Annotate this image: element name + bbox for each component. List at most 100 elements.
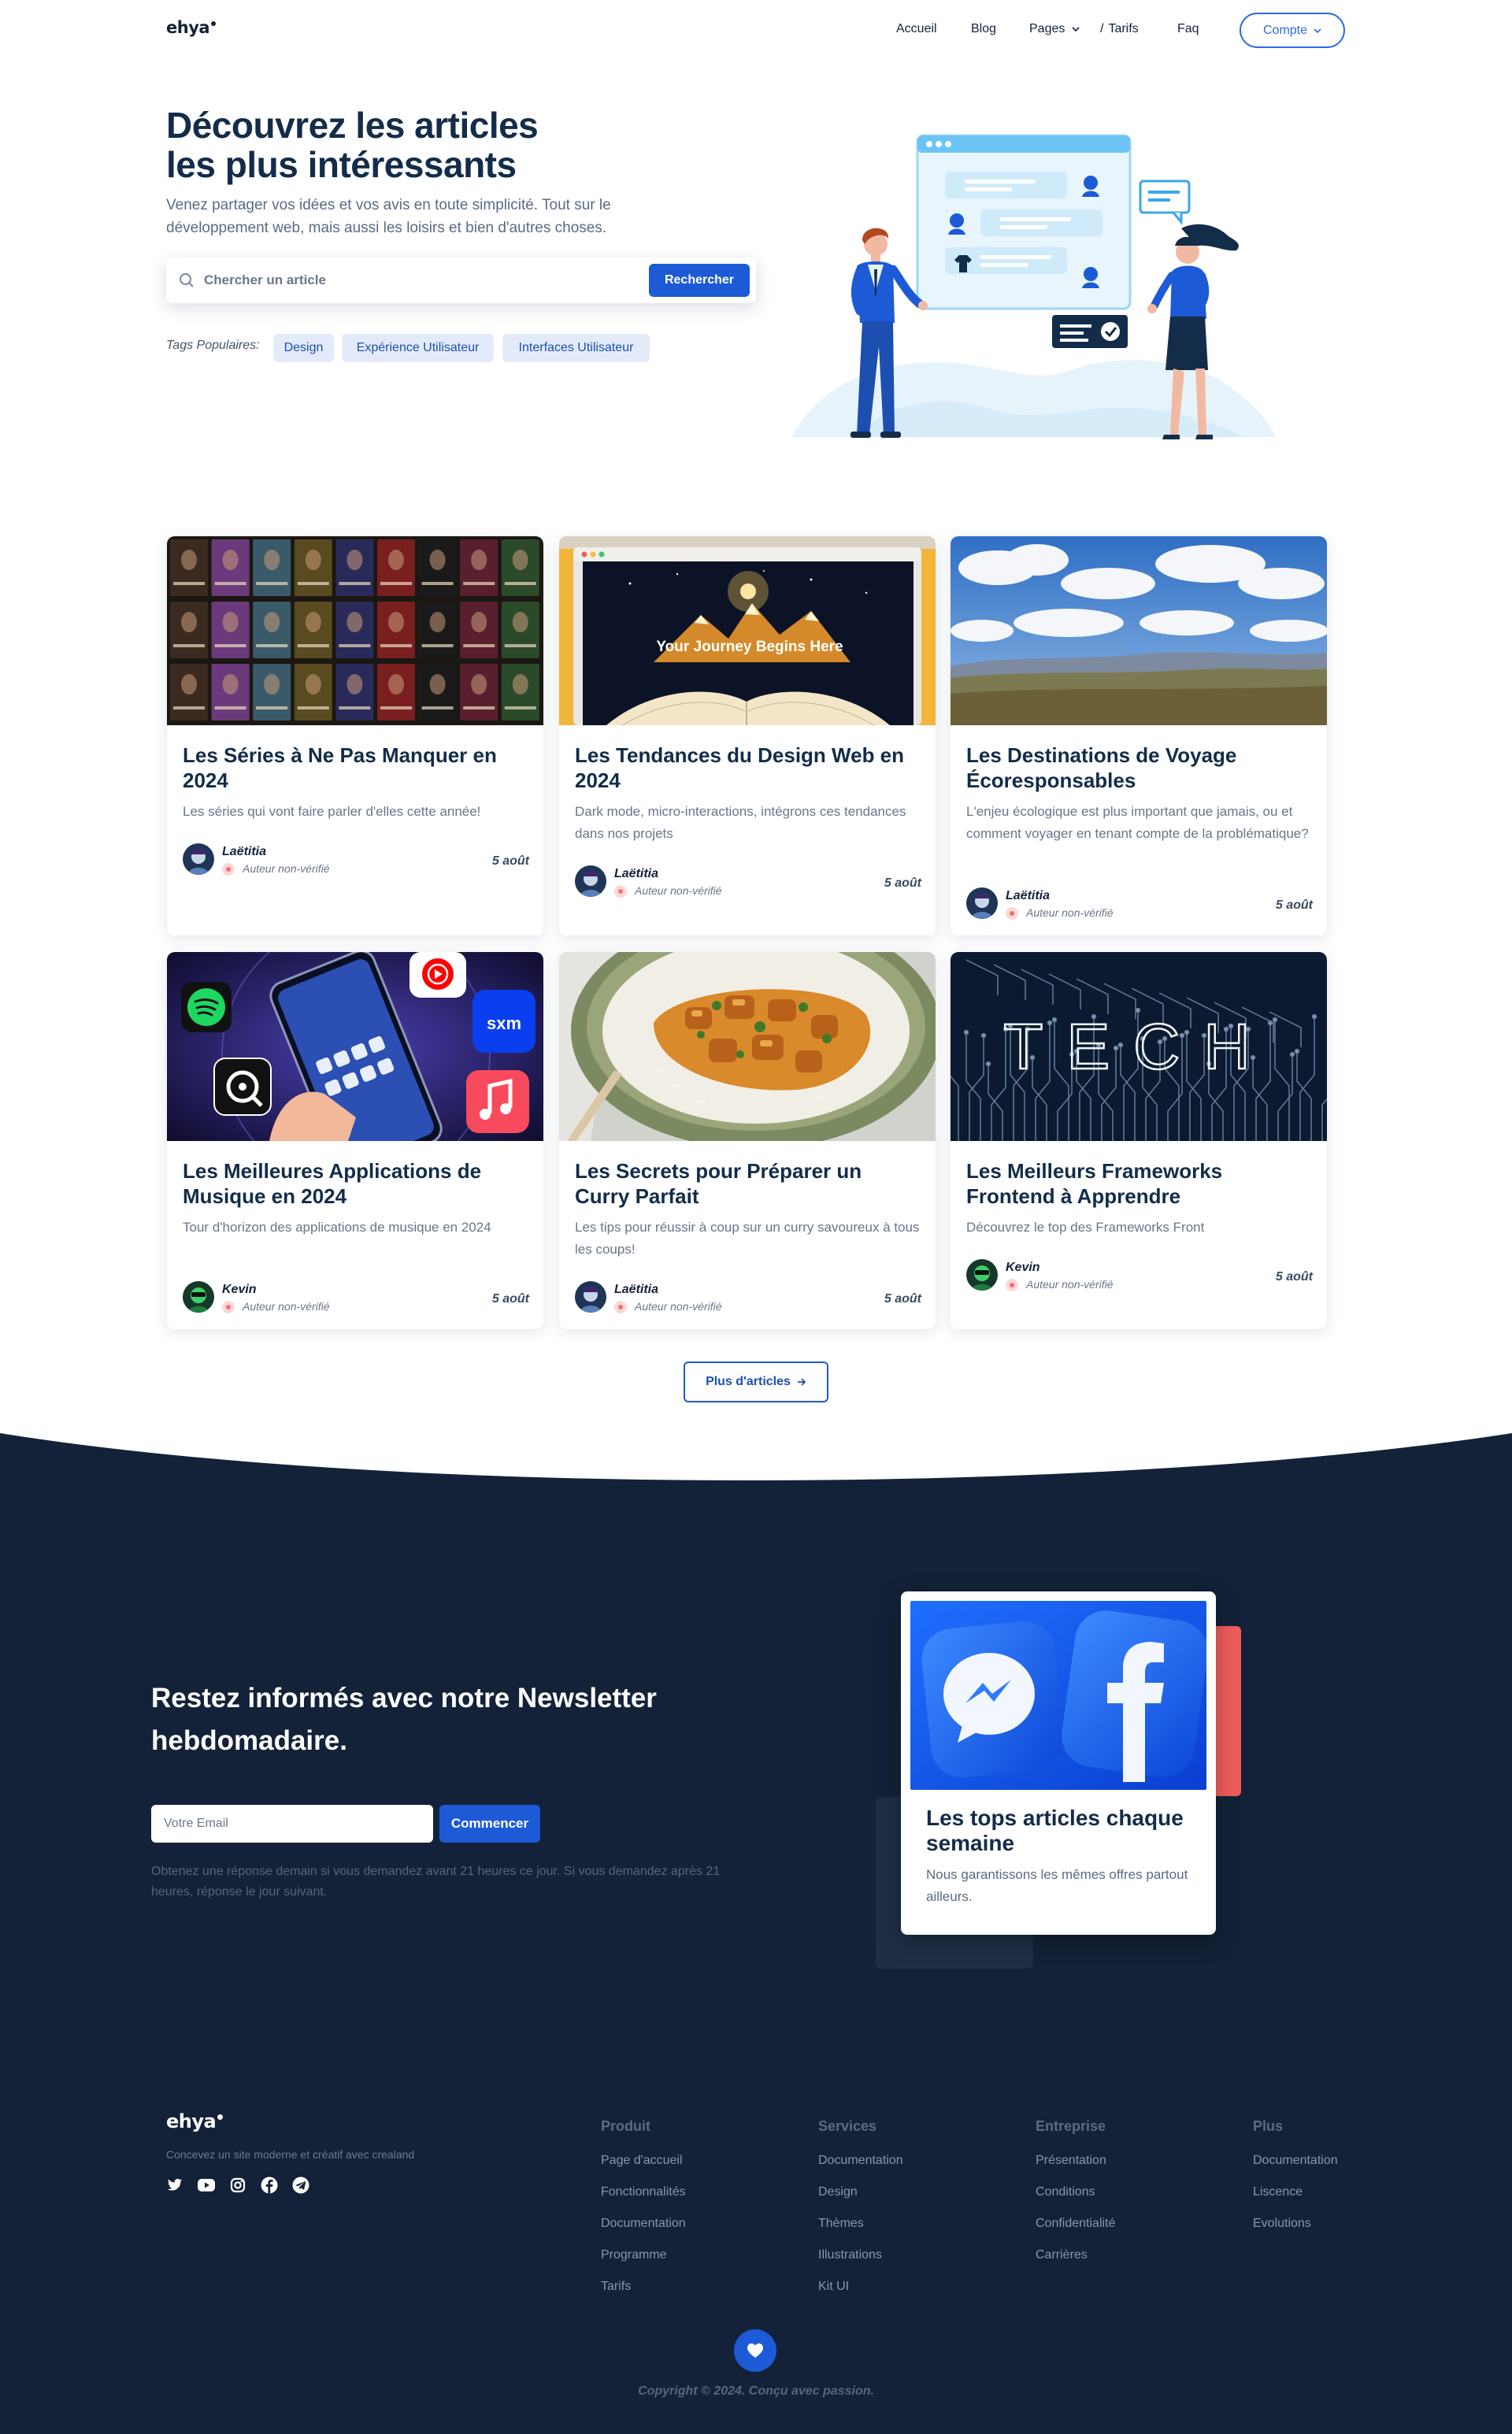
image-caption-journey: Your Journey Begins Here xyxy=(656,639,843,655)
youtube-icon[interactable] xyxy=(198,2177,215,2194)
hero-illustration xyxy=(791,134,1276,439)
footer-link[interactable]: Thèmes xyxy=(818,2217,864,2231)
nav-link-pages[interactable]: Pages xyxy=(1029,22,1080,36)
footer-link[interactable]: Design xyxy=(818,2185,858,2199)
author-name[interactable]: Laëtitia xyxy=(614,1283,658,1297)
nav-link-tarifs[interactable]: / Tarifs xyxy=(1100,22,1139,36)
author-name[interactable]: Laëtitia xyxy=(1006,889,1050,903)
footer-link[interactable]: Conditions xyxy=(1036,2185,1095,2199)
footer-link[interactable]: Présentation xyxy=(1036,2154,1106,2168)
footer-column-title-plus: Plus xyxy=(1253,2118,1284,2134)
tag-ui[interactable]: Interfaces Utilisateur xyxy=(502,334,650,362)
article-author: Laëtitia Auteur non-vérifié 5 août xyxy=(183,843,529,878)
author-avatar xyxy=(183,1281,214,1313)
article-description: Les tips pour réussir à coup sur un curr… xyxy=(575,1220,920,1257)
footer-link[interactable]: Page d'accueil xyxy=(601,2154,683,2168)
tag-design[interactable]: Design xyxy=(273,334,334,362)
footer-link[interactable]: Documentation xyxy=(818,2154,903,2168)
author-avatar xyxy=(966,1259,998,1291)
author-avatar xyxy=(183,843,214,875)
author-avatar xyxy=(575,865,606,897)
footer-link[interactable]: Kit UI xyxy=(818,2280,849,2294)
svg-text:sxm: sxm xyxy=(487,1013,521,1033)
search-button[interactable]: Rechercher xyxy=(649,264,750,297)
copyright-text: Copyright © 2024. Conçu avec passion. xyxy=(638,2384,874,2398)
article-card[interactable]: Your Journey Begins Here Les Tendances d… xyxy=(559,536,936,935)
facebook-icon[interactable] xyxy=(261,2177,278,2194)
article-date: 5 août xyxy=(491,854,529,868)
article-description: Dark mode, micro-interactions, intégrons… xyxy=(575,804,906,841)
author-status: Auteur non-vérifié xyxy=(243,862,330,875)
author-status: Auteur non-vérifié xyxy=(635,884,722,897)
instagram-icon[interactable] xyxy=(229,2177,246,2194)
footer-column-title-produit: Produit xyxy=(601,2118,650,2134)
article-author: Laëtitia Auteur non-vérifié 5 août xyxy=(966,887,1313,922)
footer-link[interactable]: Tarifs xyxy=(601,2280,631,2294)
article-image-travel[interactable] xyxy=(951,536,1327,725)
unverified-icon xyxy=(614,1301,627,1313)
article-image-tv-series[interactable] xyxy=(167,536,543,725)
brand-logo[interactable]: ehya xyxy=(166,18,217,37)
tv-series-posters-image xyxy=(167,536,543,725)
footer-link[interactable]: Liscence xyxy=(1253,2185,1303,2199)
footer-link[interactable]: Documentation xyxy=(1253,2154,1338,2168)
article-date: 5 août xyxy=(1275,1270,1313,1284)
article-card[interactable]: Les Destinations de Voyage Écoresponsabl… xyxy=(951,536,1327,935)
article-date: 5 août xyxy=(884,1292,921,1306)
heart-button[interactable] xyxy=(734,2329,776,2372)
top-articles-description: Nous garantissons les mêmes offres parto… xyxy=(926,1867,1188,1904)
footer-link[interactable]: Fonctionnalités xyxy=(601,2185,686,2199)
article-description: Tour d'horizon des applications de musiq… xyxy=(183,1220,491,1235)
telegram-icon[interactable] xyxy=(292,2177,309,2194)
footer-link[interactable]: Evolutions xyxy=(1253,2217,1311,2231)
twitter-icon[interactable] xyxy=(166,2177,183,2194)
image-caption-tech: TECH xyxy=(1003,1011,1273,1083)
article-image-web-design[interactable]: Your Journey Begins Here xyxy=(559,536,936,725)
author-status: Auteur non-vérifié xyxy=(635,1300,722,1313)
search-input[interactable] xyxy=(204,257,613,303)
article-title[interactable]: Les Secrets pour Préparer un Curry Parfa… xyxy=(575,1158,921,1209)
footer-logo[interactable]: ehya xyxy=(166,2110,224,2132)
footer-link[interactable]: Carrières xyxy=(1036,2248,1088,2262)
unverified-icon xyxy=(1006,907,1018,920)
footer-link[interactable]: Documentation xyxy=(601,2217,686,2231)
article-description: L'enjeu écologique est plus important qu… xyxy=(966,804,1309,841)
footer-link[interactable]: Illustrations xyxy=(818,2248,882,2262)
article-title[interactable]: Les Meilleures Applications de Musique e… xyxy=(183,1158,529,1209)
search-icon xyxy=(180,273,194,287)
article-title[interactable]: Les Destinations de Voyage Écoresponsabl… xyxy=(966,743,1313,793)
newsletter-email-input[interactable] xyxy=(151,1805,433,1843)
article-title[interactable]: Les Tendances du Design Web en 2024 xyxy=(575,743,921,793)
phone-music-apps-image: sxm xyxy=(167,952,543,1141)
nav-link-blog[interactable]: Blog xyxy=(971,22,996,36)
article-image-curry[interactable] xyxy=(559,952,936,1141)
browser-book-mountain-image: Your Journey Begins Here xyxy=(559,536,936,725)
newsletter-submit-button[interactable]: Commencer xyxy=(439,1805,540,1843)
article-title[interactable]: Les Meilleurs Frameworks Frontend à Appr… xyxy=(966,1158,1313,1209)
top-articles-card[interactable]: Les tops articles chaque semaine Nous ga… xyxy=(901,1591,1216,1935)
popular-tags-label: Tags Populaires: xyxy=(166,339,260,352)
article-card[interactable]: Les Séries à Ne Pas Manquer en 2024 Les … xyxy=(167,536,543,935)
author-name[interactable]: Laëtitia xyxy=(614,867,658,881)
footer-link[interactable]: Confidentialité xyxy=(1036,2217,1115,2231)
author-name[interactable]: Laëtitia xyxy=(222,845,266,859)
author-status: Auteur non-vérifié xyxy=(1026,1278,1114,1291)
tag-ux[interactable]: Expérience Utilisateur xyxy=(342,334,494,362)
article-card[interactable]: TECH Les Meilleurs Frameworks Frontend à… xyxy=(951,952,1327,1329)
article-card[interactable]: Les Secrets pour Préparer un Curry Parfa… xyxy=(559,952,936,1329)
article-image-music-apps[interactable]: sxm xyxy=(167,952,543,1141)
article-image-tech[interactable]: TECH xyxy=(951,952,1327,1141)
unverified-icon xyxy=(614,885,627,898)
account-button[interactable]: Compte xyxy=(1240,13,1345,48)
article-author: Laëtitia Auteur non-vérifié 5 août xyxy=(575,1281,921,1316)
nav-link-accueil[interactable]: Accueil xyxy=(896,22,937,36)
footer-column-title-entreprise: Entreprise xyxy=(1036,2118,1106,2134)
article-title[interactable]: Les Séries à Ne Pas Manquer en 2024 xyxy=(183,743,529,793)
author-name[interactable]: Kevin xyxy=(1006,1261,1040,1275)
article-description: Les séries qui vont faire parler d'elles… xyxy=(183,804,481,819)
author-name[interactable]: Kevin xyxy=(222,1283,257,1297)
more-articles-button[interactable]: Plus d'articles xyxy=(684,1361,828,1402)
nav-link-faq[interactable]: Faq xyxy=(1177,22,1199,36)
footer-link[interactable]: Programme xyxy=(601,2248,667,2262)
article-card[interactable]: sxm Les Meilleures Applications de Musiq… xyxy=(167,952,543,1329)
